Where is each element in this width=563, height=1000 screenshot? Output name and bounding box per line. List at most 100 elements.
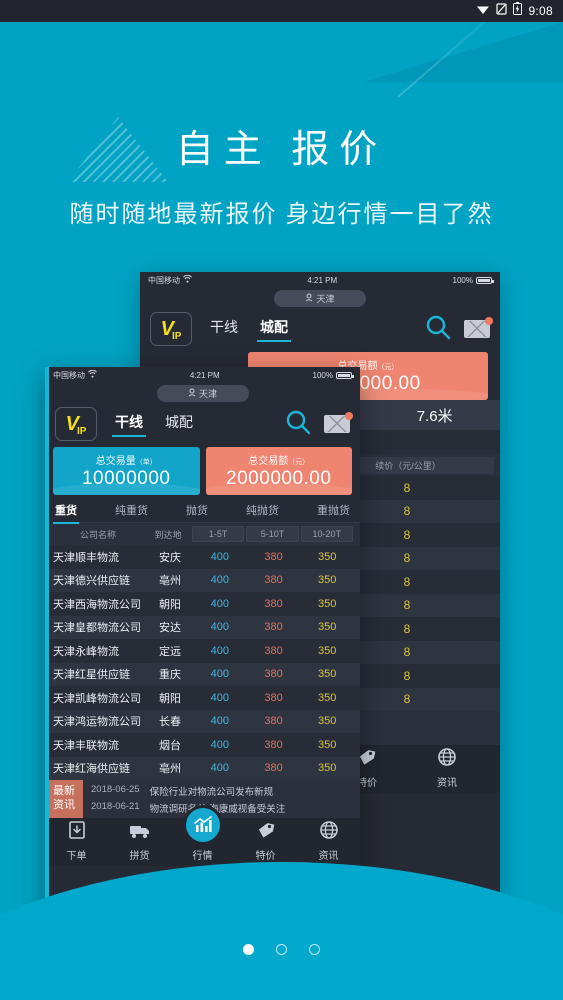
phone-mockup-front: 中国移动 4:21 PM 100% 天津 V IP 干线 城配 总交易量（单） … [45, 367, 360, 927]
table-row[interactable]: 天津永峰物流 定远 400 380 350 [45, 639, 360, 663]
tab-chengpei-front[interactable]: 城配 [165, 412, 193, 437]
nav-item-xiadan[interactable]: 下单 [52, 820, 102, 862]
tag-icon [256, 820, 276, 845]
vip-logo-back[interactable]: V IP [150, 312, 192, 346]
table-row[interactable]: 天津皇都物流公司 安达 400 380 350 [45, 615, 360, 639]
col-weight-5-10t[interactable]: 5-10T [246, 526, 299, 542]
search-icon-front[interactable] [284, 408, 312, 441]
nav-label: 拼货 [129, 851, 150, 862]
globe-icon [437, 747, 457, 772]
cell-price-3: 350 [318, 668, 337, 681]
cell-company: 天津红星供应链 [53, 669, 130, 682]
cell-price-3: 350 [318, 762, 337, 775]
cell-price-3: 350 [318, 550, 337, 563]
subtab-chunpaohuo[interactable]: 纯抛货 [246, 502, 279, 523]
table-row[interactable]: 天津顺丰物流 安庆 400 380 350 [45, 545, 360, 569]
subtab-zhonghuo[interactable]: 重货 [53, 502, 79, 524]
system-status-bar: 9:08 [0, 0, 563, 22]
cell-price-2: 380 [264, 574, 283, 587]
cell-price-2: 380 [264, 550, 283, 563]
mail-icon-front[interactable] [324, 412, 353, 433]
table-row[interactable]: 天津丰联物流 烟台 400 380 350 [45, 733, 360, 757]
cell-price-3: 350 [318, 597, 337, 610]
main-tabs-front: 干线 城配 [112, 412, 193, 437]
cell-company: 天津鸿运物流公司 [53, 716, 141, 729]
nav-label: 资讯 [318, 851, 339, 862]
page-subtitle: 随时随地最新报价 身边行情一目了然 [69, 202, 494, 228]
search-icon-back[interactable] [424, 313, 452, 346]
cargo-type-tabs: 重货 纯重货 抛货 纯抛货 重抛货 [45, 495, 360, 524]
bottom-nav-front: 下单 拼货 行情 特价 资讯 [45, 808, 360, 866]
table-row[interactable]: 天津德兴供应链 亳州 400 380 350 [45, 568, 360, 592]
tab-chengpei-back[interactable]: 城配 [257, 317, 291, 342]
pagination-dot-active[interactable] [243, 944, 254, 955]
cell-price-3: 350 [318, 738, 337, 751]
vip-logo-ip: IP [76, 426, 87, 437]
cell-price-1: 400 [210, 738, 230, 751]
cell-destination: 烟台 [159, 739, 181, 752]
location-pill-back[interactable]: 天津 [274, 290, 366, 307]
location-label-front: 天津 [198, 389, 217, 399]
carrier-label-front: 中国移动 [53, 370, 85, 380]
wifi-small-icon [88, 369, 97, 380]
cell-company: 天津红海供应链 [53, 763, 130, 776]
stat-wave-decoration [53, 483, 200, 495]
nav-item-pinhuo[interactable]: 拼货 [115, 822, 165, 862]
table-row[interactable]: 天津鸿运物流公司 长春 400 380 350 [45, 709, 360, 733]
nav-item-zixun[interactable]: 资讯 [304, 820, 354, 862]
mail-icon-back[interactable] [464, 317, 493, 338]
news-item[interactable]: 2018-06-25 保险行业对物流公司发布新规 [91, 784, 360, 798]
stat-label-volume: 总交易量（单） [95, 456, 157, 467]
location-pin-icon [305, 293, 313, 304]
table-row[interactable]: 天津红星供应链 重庆 400 380 350 [45, 662, 360, 686]
location-pill-front[interactable]: 天津 [156, 385, 249, 402]
cell-price-1: 400 [210, 668, 230, 681]
table-row[interactable]: 天津凯峰物流公司 朝阳 400 380 350 [45, 686, 360, 710]
cell-destination: 亳州 [159, 575, 181, 588]
subtab-chunzhonghuo[interactable]: 纯重货 [115, 502, 148, 523]
truck-size-3[interactable]: 7.6米 [417, 405, 453, 426]
cell-price-1: 400 [210, 691, 230, 704]
cell-price-1: 400 [210, 597, 230, 610]
location-label-back: 天津 [316, 294, 335, 304]
order-icon [67, 820, 87, 845]
cell-price-2: 380 [264, 762, 283, 775]
cell-company: 天津凯峰物流公司 [53, 692, 141, 705]
table-header-front: 公司名称 到达地 1-5T 5-10T 10-20T [45, 523, 360, 545]
table-body-front: 天津顺丰物流 安庆 400 380 350 天津德兴供应链 亳州 400 380… [45, 545, 360, 780]
stat-card-amount: 总交易额（元） 2000000.00 [205, 447, 352, 495]
pagination-dot[interactable] [276, 944, 287, 955]
col-destination: 到达地 [154, 529, 182, 540]
top-nav-front: V IP 干线 城配 [45, 402, 360, 442]
wifi-small-icon [183, 274, 192, 285]
chart-icon[interactable] [185, 808, 220, 842]
pagination-dot[interactable] [309, 944, 320, 955]
col-weight-1-5t[interactable]: 1-5T [192, 526, 245, 542]
cell-destination: 定远 [159, 645, 181, 658]
col-weight-10-20t[interactable]: 10-20T [300, 526, 353, 542]
tab-ganxian-front[interactable]: 干线 [112, 412, 146, 437]
cell-destination: 朝阳 [159, 692, 181, 705]
stat-cards-front: 总交易量（单） 10000000 总交易额（元） 2000000.00 [45, 442, 360, 495]
tab-ganxian-back[interactable]: 干线 [210, 317, 238, 342]
table-row[interactable]: 天津西海物流公司 朝阳 400 380 350 [45, 592, 360, 616]
globe-icon [319, 820, 339, 845]
nav-item-tejia[interactable]: 特价 [241, 820, 291, 862]
mail-badge-dot [485, 317, 493, 325]
vip-logo-front[interactable]: V IP [55, 407, 97, 441]
hero-banner: 自主 报价 随时随地最新报价 身边行情一目了然 中国移动 4:21 PM 100… [0, 22, 563, 1000]
nav-item-hangqing[interactable]: 行情 [178, 808, 228, 862]
subtab-paohuo[interactable]: 抛货 [186, 502, 208, 523]
cell-destination: 亳州 [159, 763, 181, 776]
news-list: 2018-06-25 保险行业对物流公司发布新规 2018-06-21 物流调研… [83, 780, 360, 818]
corner-wedge-decoration [363, 22, 563, 82]
cell-price-2: 380 [264, 738, 283, 751]
news-item[interactable]: 2018-06-21 物流调研名单 海康威视备受关注 [91, 801, 360, 815]
news-date: 2018-06-25 [91, 783, 140, 795]
subtab-zhongpaohuo[interactable]: 重抛货 [317, 502, 350, 523]
signal-icon [496, 2, 508, 20]
carrier-label-back: 中国移动 [148, 275, 180, 285]
table-row[interactable]: 天津红海供应链 亳州 400 380 350 [45, 756, 360, 780]
ios-battery-front: 100% [313, 371, 354, 380]
nav-item-zixun-back[interactable]: 资讯 [422, 747, 472, 789]
